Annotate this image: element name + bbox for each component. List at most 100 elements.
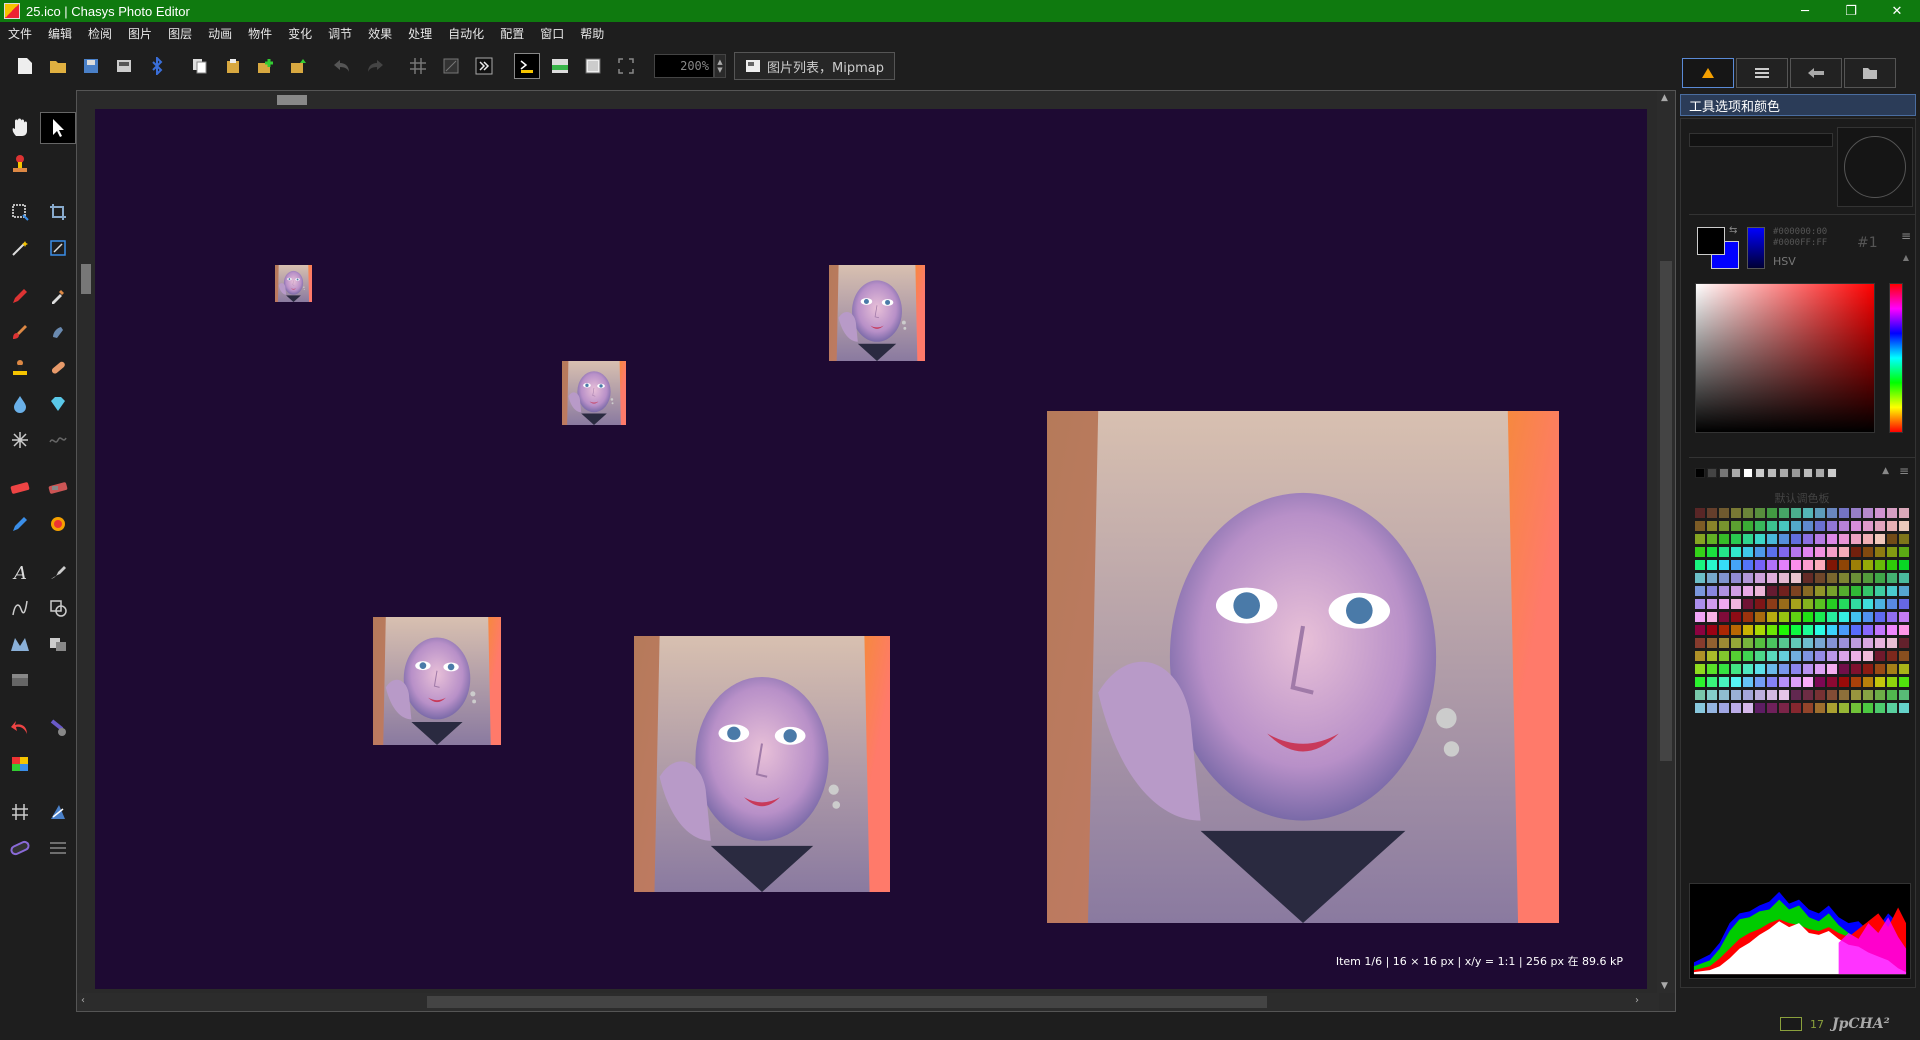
palette-swatch[interactable]: [1803, 534, 1813, 544]
palette-swatch[interactable]: [1875, 560, 1885, 570]
palette-swatch[interactable]: [1899, 586, 1909, 596]
palette-swatch[interactable]: [1755, 508, 1765, 518]
menu-adjust[interactable]: 调节: [328, 25, 352, 42]
palette-swatch[interactable]: [1791, 703, 1801, 713]
palette-swatch[interactable]: [1875, 703, 1885, 713]
palette-swatch[interactable]: [1719, 651, 1729, 661]
palette-swatch[interactable]: [1707, 586, 1717, 596]
palette-swatch[interactable]: [1827, 612, 1837, 622]
palette-swatch[interactable]: [1731, 599, 1741, 609]
palette-swatch[interactable]: [1743, 599, 1753, 609]
mipmap-96[interactable]: [829, 265, 925, 361]
palette-swatch[interactable]: [1863, 664, 1873, 674]
palette-swatch[interactable]: [1827, 638, 1837, 648]
menu-layer[interactable]: 图层: [168, 25, 192, 42]
palette-swatch[interactable]: [1791, 612, 1801, 622]
hand-tool-icon[interactable]: [2, 112, 38, 144]
palette-swatch[interactable]: [1755, 703, 1765, 713]
palette-swatch[interactable]: [1695, 612, 1705, 622]
palette-swatch[interactable]: [1755, 599, 1765, 609]
horizontal-scrollbar[interactable]: ‹ ›: [77, 993, 1659, 1011]
palette-swatch[interactable]: [1863, 534, 1873, 544]
palette-swatch[interactable]: [1779, 560, 1789, 570]
palette-swatch[interactable]: [1755, 560, 1765, 570]
recent-color-swatch[interactable]: [1803, 468, 1813, 478]
recent-color-swatch[interactable]: [1791, 468, 1801, 478]
scroll-down-icon[interactable]: ▼: [1661, 981, 1668, 991]
palette-swatch[interactable]: [1851, 547, 1861, 557]
noise-icon[interactable]: [40, 424, 76, 456]
palette-swatch[interactable]: [1779, 547, 1789, 557]
bluetooth-icon[interactable]: [144, 53, 170, 79]
terminal-icon[interactable]: [514, 53, 540, 79]
palette-swatch[interactable]: [1803, 703, 1813, 713]
palette-swatch[interactable]: [1719, 664, 1729, 674]
vector-icon[interactable]: [40, 796, 76, 828]
palette-swatch[interactable]: [1815, 664, 1825, 674]
palette-swatch[interactable]: [1815, 703, 1825, 713]
palette-swatch[interactable]: [1899, 560, 1909, 570]
foreground-color-swatch[interactable]: [1697, 227, 1725, 255]
palette-swatch[interactable]: [1875, 638, 1885, 648]
palette-swatch[interactable]: [1707, 560, 1717, 570]
palette-swatch[interactable]: [1863, 638, 1873, 648]
mini-color-gradient[interactable]: [1747, 227, 1765, 269]
palette-swatch[interactable]: [1755, 638, 1765, 648]
menu-help[interactable]: 帮助: [580, 25, 604, 42]
palette-swatch[interactable]: [1719, 599, 1729, 609]
palette-swatch[interactable]: [1767, 612, 1777, 622]
palette-swatch[interactable]: [1707, 690, 1717, 700]
palette-swatch[interactable]: [1779, 573, 1789, 583]
bg-eraser-icon[interactable]: [40, 472, 76, 504]
palette-swatch[interactable]: [1839, 638, 1849, 648]
palette-swatch[interactable]: [1875, 586, 1885, 596]
open-icon[interactable]: [45, 53, 71, 79]
palette-swatch[interactable]: [1719, 521, 1729, 531]
palette-swatch[interactable]: [1743, 677, 1753, 687]
palette-swatch[interactable]: [1863, 625, 1873, 635]
save-icon[interactable]: [78, 53, 104, 79]
palette-swatch[interactable]: [1695, 560, 1705, 570]
history-tab-icon[interactable]: [1790, 58, 1842, 88]
palette-swatch[interactable]: [1851, 586, 1861, 596]
palette-swatch[interactable]: [1851, 690, 1861, 700]
palette-swatch[interactable]: [1743, 586, 1753, 596]
palette-swatch[interactable]: [1827, 651, 1837, 661]
grid-icon[interactable]: [405, 53, 431, 79]
palette-swatch[interactable]: [1755, 612, 1765, 622]
palette-swatch[interactable]: [1839, 690, 1849, 700]
palette-swatch[interactable]: [1743, 521, 1753, 531]
palette-swatch[interactable]: [1815, 690, 1825, 700]
palette-swatch[interactable]: [1767, 638, 1777, 648]
mipmap-64[interactable]: [562, 361, 626, 425]
recent-color-swatch[interactable]: [1707, 468, 1717, 478]
transform-icon[interactable]: [40, 232, 76, 264]
menu-animation[interactable]: 动画: [208, 25, 232, 42]
palette-swatch[interactable]: [1803, 547, 1813, 557]
new-icon[interactable]: [12, 53, 38, 79]
palette-swatch[interactable]: [1887, 573, 1897, 583]
paste-icon[interactable]: [220, 53, 246, 79]
palette-swatch[interactable]: [1695, 586, 1705, 596]
palette-swatch[interactable]: [1695, 547, 1705, 557]
mipmap-128[interactable]: [373, 617, 501, 745]
palette-swatch[interactable]: [1695, 664, 1705, 674]
palette-swatch[interactable]: [1731, 521, 1741, 531]
menu-window[interactable]: 窗口: [540, 25, 564, 42]
palette-swatch[interactable]: [1791, 690, 1801, 700]
palette-swatch[interactable]: [1815, 599, 1825, 609]
palette-swatch[interactable]: [1719, 534, 1729, 544]
palette-swatch[interactable]: [1743, 638, 1753, 648]
palette-swatch[interactable]: [1887, 534, 1897, 544]
palette-swatch[interactable]: [1731, 612, 1741, 622]
palette-swatch[interactable]: [1803, 664, 1813, 674]
tool-options-tab-icon[interactable]: [1682, 58, 1734, 88]
palette-swatch[interactable]: [1839, 625, 1849, 635]
palette-swatch[interactable]: [1839, 599, 1849, 609]
palette-swatch[interactable]: [1827, 573, 1837, 583]
palette-swatch[interactable]: [1731, 651, 1741, 661]
zoom-spinner[interactable]: ▲ ▼: [714, 54, 726, 78]
palette-menu-icon[interactable]: ≡: [1899, 464, 1909, 478]
palette-swatch[interactable]: [1863, 521, 1873, 531]
palette-swatch[interactable]: [1803, 651, 1813, 661]
